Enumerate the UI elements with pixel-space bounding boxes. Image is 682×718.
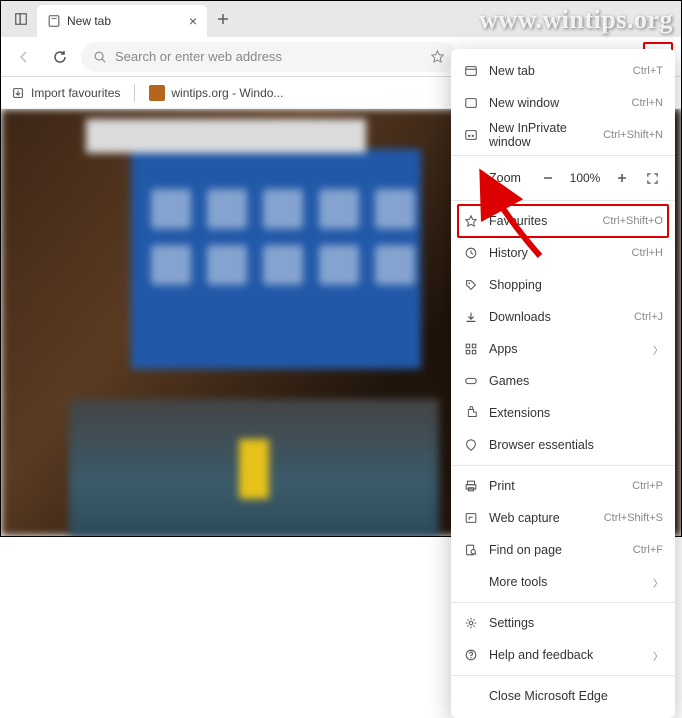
shopping-icon [463,277,479,293]
menu-find-on-page[interactable]: Find on page Ctrl+F [451,534,675,566]
downloads-icon [463,309,479,325]
zoom-value: 100% [567,171,603,185]
menu-new-window[interactable]: New window Ctrl+N [451,87,675,119]
menu-separator [451,155,675,156]
menu-separator [451,602,675,603]
menu-shopping[interactable]: Shopping [451,269,675,301]
menu-shortcut: Ctrl+Shift+N [603,129,663,141]
menu-label: New InPrivate window [489,121,593,149]
menu-settings[interactable]: Settings [451,607,675,639]
zoom-out-button[interactable] [537,167,559,189]
wintips-favicon [149,85,165,101]
fullscreen-button[interactable] [641,167,663,189]
menu-label: Games [489,374,663,388]
import-favourites-label: Import favourites [31,86,120,100]
import-favourites-button[interactable]: Import favourites [11,86,120,100]
menu-extensions[interactable]: Extensions [451,397,675,429]
menu-shortcut: Ctrl+T [633,65,663,77]
menu-favourites[interactable]: Favourites Ctrl+Shift+O [451,205,675,237]
search-icon [93,50,107,64]
tab-close-button[interactable]: × [189,13,197,29]
menu-label: Close Microsoft Edge [489,689,663,703]
zoom-in-button[interactable] [611,167,633,189]
back-button[interactable] [9,42,39,72]
menu-label: Apps [489,342,643,356]
menu-downloads[interactable]: Downloads Ctrl+J [451,301,675,333]
menu-label: Web capture [489,511,594,525]
new-window-icon [463,95,479,111]
menu-label: Shopping [489,278,663,292]
menu-shortcut: Ctrl+H [632,247,663,259]
menu-label: Extensions [489,406,663,420]
menu-shortcut: Ctrl+F [633,544,663,556]
bookmark-wintips[interactable]: wintips.org - Windo... [149,85,283,101]
tab-bar: New tab × [1,1,681,37]
menu-label: History [489,246,622,260]
menu-games[interactable]: Games [451,365,675,397]
address-bar[interactable]: Search or enter web address [81,42,457,72]
favourites-icon [463,213,479,229]
games-icon [463,373,479,389]
menu-apps[interactable]: Apps 〉 [451,333,675,365]
menu-label: More tools [489,575,643,589]
active-tab[interactable]: New tab × [37,5,207,37]
find-icon [463,542,479,558]
bookmark-wintips-label: wintips.org - Windo... [171,86,283,100]
print-icon [463,478,479,494]
extensions-icon [463,405,479,421]
menu-shortcut: Ctrl+N [632,97,663,109]
refresh-button[interactable] [45,42,75,72]
settings-and-more-menu: New tab Ctrl+T New window Ctrl+N New InP… [451,49,675,718]
tab-title: New tab [67,14,111,28]
menu-inprivate-window[interactable]: New InPrivate window Ctrl+Shift+N [451,119,675,151]
menu-web-capture[interactable]: Web capture Ctrl+Shift+S [451,502,675,534]
menu-history[interactable]: History Ctrl+H [451,237,675,269]
menu-new-tab[interactable]: New tab Ctrl+T [451,55,675,87]
menu-label: New window [489,96,622,110]
chevron-right-icon: 〉 [653,648,663,663]
menu-close-edge[interactable]: Close Microsoft Edge [451,680,675,712]
menu-label: New tab [489,64,623,78]
import-icon [11,86,25,100]
apps-icon [463,341,479,357]
essentials-icon [463,437,479,453]
menu-label: Downloads [489,310,624,324]
zoom-label: Zoom [463,171,529,185]
history-icon [463,245,479,261]
menu-separator [451,200,675,201]
menu-shortcut: Ctrl+Shift+O [602,215,663,227]
new-tab-button[interactable] [209,5,237,33]
menu-help-feedback[interactable]: Help and feedback 〉 [451,639,675,671]
menu-label: Favourites [489,214,592,228]
menu-label: Settings [489,616,663,630]
menu-print[interactable]: Print Ctrl+P [451,470,675,502]
menu-separator [451,465,675,466]
menu-zoom-row: Zoom 100% [451,160,675,196]
help-icon [463,647,479,663]
bookmarks-separator [134,84,135,102]
web-capture-icon [463,510,479,526]
menu-label: Help and feedback [489,648,643,662]
menu-label: Find on page [489,543,623,557]
favourite-star-icon[interactable] [430,49,445,64]
chevron-right-icon: 〉 [653,342,663,357]
menu-shortcut: Ctrl+P [632,480,663,492]
menu-shortcut: Ctrl+Shift+S [604,512,663,524]
settings-icon [463,615,479,631]
menu-browser-essentials[interactable]: Browser essentials [451,429,675,461]
new-tab-icon [463,63,479,79]
inprivate-icon [463,127,479,143]
menu-separator [451,675,675,676]
menu-label: Print [489,479,622,493]
tab-page-icon [47,14,61,28]
address-placeholder: Search or enter web address [115,49,422,64]
menu-more-tools[interactable]: More tools 〉 [451,566,675,598]
chevron-right-icon: 〉 [653,575,663,590]
menu-shortcut: Ctrl+J [634,311,663,323]
tab-actions-button[interactable] [7,5,35,33]
menu-label: Browser essentials [489,438,663,452]
